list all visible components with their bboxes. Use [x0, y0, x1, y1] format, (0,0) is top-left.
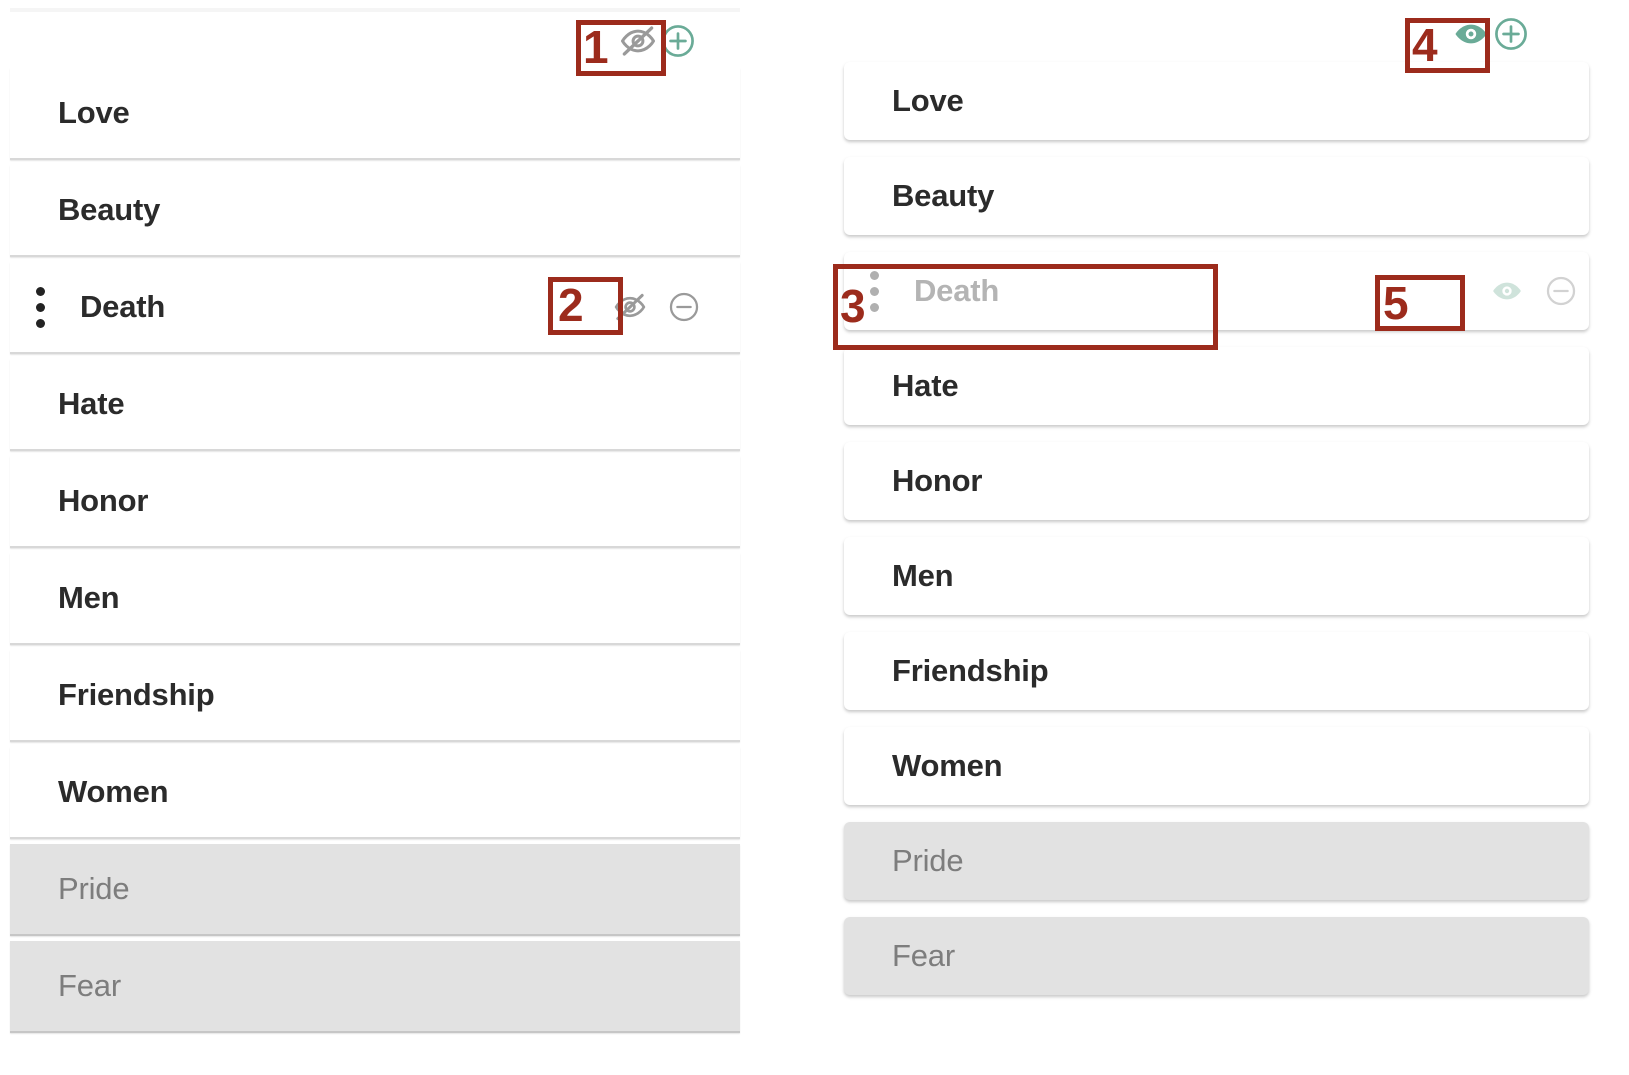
drag-handle-icon[interactable]	[860, 270, 888, 312]
right-panel-header	[820, 6, 1629, 62]
list-item-label: Death	[80, 289, 166, 324]
list-item[interactable]: Friendship	[844, 632, 1589, 710]
list-item-label: Hate	[892, 368, 959, 403]
list-item[interactable]: Women	[10, 747, 740, 839]
list-item-label: Friendship	[58, 677, 215, 712]
list-item[interactable]: Women	[844, 727, 1589, 805]
list-item-label: Honor	[892, 463, 983, 498]
drag-handle-icon[interactable]	[26, 286, 54, 328]
minus-circle-icon[interactable]	[1541, 271, 1581, 311]
row-actions	[610, 287, 740, 327]
visible-state-panel: Love Beauty Death Hate Honor Men Friendship Wom…	[820, 0, 1629, 1075]
list-item[interactable]: Men	[10, 553, 740, 645]
list-item[interactable]: Hate	[10, 359, 740, 451]
list-item-label: Fear	[58, 968, 121, 1003]
screenshot-root: Love Beauty Death Hate Honor Men Friendship Wom…	[0, 0, 1629, 1075]
list-item[interactable]: Pride	[10, 844, 740, 936]
list-item[interactable]: Fear	[844, 917, 1589, 995]
list-item-label: Death	[914, 273, 1000, 308]
list-item-label: Friendship	[892, 653, 1049, 688]
list-item[interactable]: Death	[10, 262, 740, 354]
list-item[interactable]: Love	[844, 62, 1589, 140]
right-theme-list: Love Beauty Death Hate Honor Men Friendship Wom…	[820, 62, 1629, 1012]
eye-icon[interactable]	[1451, 14, 1491, 54]
list-item-label: Women	[892, 748, 1003, 783]
plus-circle-icon[interactable]	[658, 21, 698, 61]
list-item[interactable]: Beauty	[10, 165, 740, 257]
list-item-label: Honor	[58, 483, 149, 518]
left-theme-list: Love Beauty Death Hate Honor Men Friendship Wom…	[0, 68, 740, 1038]
list-item-label: Pride	[58, 871, 130, 906]
left-panel-header	[0, 10, 740, 72]
list-item-label: Women	[58, 774, 169, 809]
list-item[interactable]: Hate	[844, 347, 1589, 425]
row-actions	[1487, 271, 1589, 311]
list-item-label: Men	[892, 558, 954, 593]
list-item[interactable]: Friendship	[10, 650, 740, 742]
list-item[interactable]: Pride	[844, 822, 1589, 900]
list-item-label: Pride	[892, 843, 964, 878]
plus-circle-icon[interactable]	[1491, 14, 1531, 54]
list-item[interactable]: Love	[10, 68, 740, 160]
list-item-label: Men	[58, 580, 120, 615]
list-item[interactable]: Honor	[10, 456, 740, 548]
list-item[interactable]: Fear	[10, 941, 740, 1033]
list-item[interactable]: Beauty	[844, 157, 1589, 235]
list-item-label: Love	[58, 95, 130, 130]
list-item[interactable]: Death	[844, 252, 1589, 330]
list-item-label: Hate	[58, 386, 125, 421]
list-item-label: Love	[892, 83, 964, 118]
eye-slash-icon[interactable]	[610, 287, 650, 327]
list-item[interactable]: Men	[844, 537, 1589, 615]
hidden-state-panel: Love Beauty Death Hate Honor Men Friendship Wom…	[0, 0, 740, 1075]
eye-icon[interactable]	[1487, 271, 1527, 311]
list-item-label: Beauty	[892, 178, 995, 213]
list-item-label: Fear	[892, 938, 955, 973]
list-item-label: Beauty	[58, 192, 161, 227]
eye-slash-icon[interactable]	[618, 21, 658, 61]
minus-circle-icon[interactable]	[664, 287, 704, 327]
list-item[interactable]: Honor	[844, 442, 1589, 520]
